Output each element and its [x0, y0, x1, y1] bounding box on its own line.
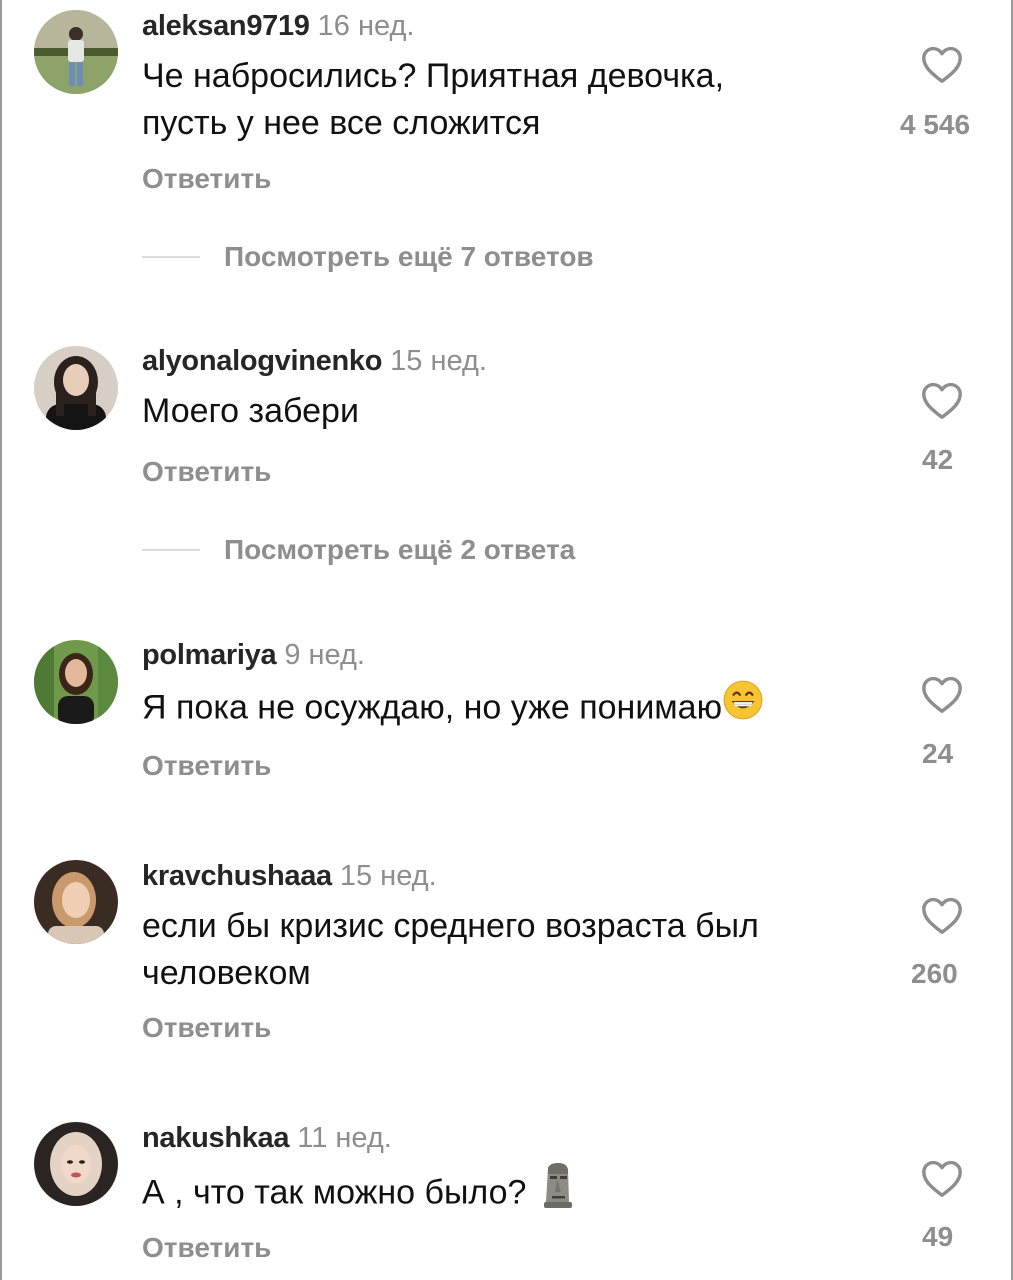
timestamp: 15 нед. [390, 345, 487, 377]
view-more-replies-label: Посмотреть ещё 2 ответа [224, 534, 576, 565]
like-control [914, 380, 970, 420]
comment-text: Че набросились? Приятная девочка, пусть … [142, 53, 862, 147]
like-count: 260 [911, 958, 958, 989]
like-count: 24 [922, 738, 954, 769]
like-control [914, 674, 970, 714]
comment-text: А , что так можно было? [142, 1162, 862, 1224]
comment-header: nakushkaa 11 нед. [142, 1121, 392, 1155]
like-control [914, 44, 970, 84]
heart-outline-icon[interactable] [914, 895, 970, 935]
comment-text-line: А , что так можно было? [142, 1162, 862, 1224]
username[interactable]: alyonalogvinenko [142, 345, 382, 377]
heart-outline-icon[interactable] [914, 44, 970, 84]
timestamp: 16 нед. [317, 10, 415, 42]
heart-outline-icon[interactable] [914, 1158, 970, 1198]
reply-button[interactable]: Ответить [142, 1232, 271, 1264]
avatar[interactable] [34, 640, 118, 724]
reply-button[interactable]: Ответить [142, 1012, 271, 1044]
username[interactable]: aleksan9719 [142, 10, 310, 42]
avatar[interactable] [34, 346, 118, 430]
divider-line [142, 256, 200, 258]
username[interactable]: nakushkaa [142, 1122, 290, 1154]
timestamp: 9 нед. [284, 639, 365, 671]
moai-emoji [540, 1162, 576, 1221]
view-more-replies-label: Посмотреть ещё 7 ответов [224, 241, 594, 272]
like-count: 4 546 [900, 109, 971, 140]
reply-button[interactable]: Ответить [142, 750, 271, 782]
like-control [914, 895, 970, 935]
comment-text-line: Моего забери [142, 392, 359, 430]
avatar[interactable] [34, 1122, 118, 1206]
comment-header: kravchushaaa 15 нед. [142, 859, 437, 893]
view-more-replies-button[interactable]: Посмотреть ещё 2 ответа [142, 534, 575, 568]
like-count: 42 [922, 444, 954, 475]
like-control [914, 1158, 970, 1198]
comment-text: если бы кризис среднего возраста был чел… [142, 903, 882, 997]
timestamp: 11 нед. [297, 1122, 392, 1154]
comment-text-line: пусть у нее все сложится [142, 104, 541, 142]
username[interactable]: kravchushaaa [142, 860, 332, 892]
comment-text-line: Че набросились? Приятная девочка, [142, 57, 725, 95]
avatar[interactable] [34, 860, 118, 944]
comment-text-line: Я пока не осуждаю, но уже понимаю [142, 679, 882, 737]
comment-text: Моего забери [142, 388, 862, 435]
timestamp: 15 нед. [339, 860, 437, 892]
comment-text-line: если бы кризис среднего возраста был [142, 907, 759, 945]
like-count: 49 [922, 1221, 954, 1252]
view-more-replies-button[interactable]: Посмотреть ещё 7 ответов [142, 241, 594, 275]
comment-text-line: человеком [142, 954, 311, 992]
comment-text-content: Я пока не осуждаю, но уже понимаю [142, 688, 723, 727]
grinning-face-emoji [722, 679, 764, 734]
divider-line [142, 549, 200, 551]
comment-header: aleksan9719 16 нед. [142, 9, 414, 43]
comment-header: polmariya 9 нед. [142, 638, 365, 672]
heart-outline-icon[interactable] [914, 674, 970, 714]
avatar[interactable] [34, 10, 118, 94]
heart-outline-icon[interactable] [914, 380, 970, 420]
comment-header: alyonalogvinenko 15 нед. [142, 344, 487, 378]
comment-text-content: А , что так можно было? [142, 1173, 527, 1212]
reply-button[interactable]: Ответить [142, 163, 271, 195]
comment-text: Я пока не осуждаю, но уже понимаю [142, 679, 882, 737]
reply-button[interactable]: Ответить [142, 456, 271, 488]
username[interactable]: polmariya [142, 639, 277, 671]
